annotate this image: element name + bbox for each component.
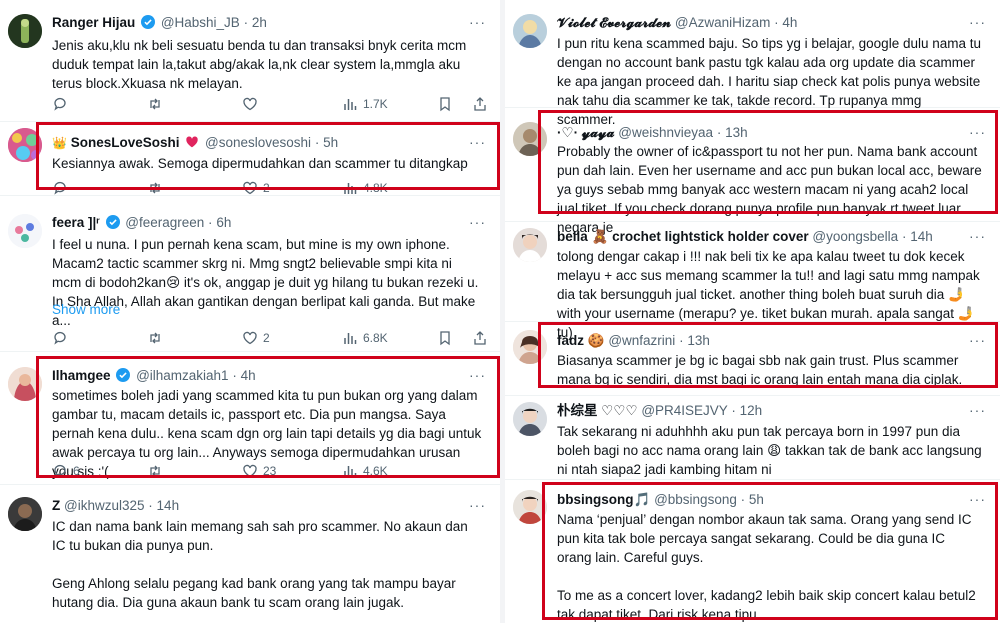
tweet-violet-evergarden[interactable]: 𝓥𝓲𝓸𝓵𝓮𝓽 𝓔𝓿𝓮𝓻𝓰𝓪𝓻𝓭𝓮𝓷 @AzwaniHizam · 4h ··· … <box>505 0 1000 127</box>
like-button[interactable] <box>242 96 263 112</box>
avatar[interactable] <box>513 228 547 262</box>
avatar[interactable] <box>513 402 547 436</box>
views-icon <box>344 99 357 110</box>
highlight-box <box>36 356 500 478</box>
bookmark-button[interactable] <box>437 330 458 346</box>
tweet-header: bella 🧸 crochet lightstick holder cover … <box>557 229 933 244</box>
retweet-button[interactable] <box>147 330 168 346</box>
views-button[interactable]: 6.8K <box>342 330 388 346</box>
left-reply-column: Ranger Hijau @Habshi_JB · 2h ··· Jenis a… <box>0 0 500 623</box>
reply-icon <box>54 97 66 111</box>
share-button[interactable] <box>472 96 493 112</box>
timestamp[interactable]: 4h <box>782 15 797 30</box>
more-options-icon[interactable]: ··· <box>469 14 486 30</box>
retweet-icon <box>150 98 160 110</box>
tweet-text: IC dan nama bank lain memang sah sah pro… <box>52 519 468 610</box>
bookmark-icon <box>440 331 450 346</box>
handle[interactable]: @ikhwzul325 <box>64 498 145 513</box>
tweet-actions: 1.7K <box>52 96 486 114</box>
tweet-bella[interactable]: bella 🧸 crochet lightstick holder cover … <box>505 222 1000 340</box>
bookmark-icon <box>440 97 450 112</box>
reply-icon <box>54 331 66 345</box>
timestamp[interactable]: 12h <box>740 403 763 418</box>
highlight-box <box>538 322 998 388</box>
timestamp[interactable]: 14h <box>157 498 180 513</box>
heart-icon <box>243 97 257 111</box>
show-more-link[interactable]: Show more <box>52 302 120 317</box>
display-name[interactable]: Ranger Hijau <box>52 15 135 30</box>
name-glyph: ]|ʳ <box>88 215 100 230</box>
display-name[interactable]: 𝓥𝓲𝓸𝓵𝓮𝓽 𝓔𝓿𝓮𝓻𝓰𝓪𝓻𝓭𝓮𝓷 <box>557 15 671 30</box>
verified-badge-icon <box>141 15 156 29</box>
share-button[interactable] <box>472 330 493 346</box>
handle[interactable]: @Habshi_JB <box>161 15 240 30</box>
tweet-header: feera ]|ʳ @feeragreen · 6h <box>52 215 232 230</box>
avatar[interactable] <box>513 14 547 48</box>
reply-button[interactable] <box>52 96 73 112</box>
highlight-box <box>36 122 500 190</box>
avatar[interactable] <box>8 214 42 248</box>
more-options-icon[interactable]: ··· <box>969 228 986 244</box>
display-name[interactable]: bella 🧸 crochet lightstick holder cover <box>557 229 809 244</box>
highlight-box <box>542 482 998 620</box>
timestamp[interactable]: 2h <box>252 15 267 30</box>
bookmark-button[interactable] <box>437 96 458 112</box>
more-options-icon[interactable]: ··· <box>969 402 986 418</box>
retweet-icon <box>150 332 160 344</box>
more-options-icon[interactable]: ··· <box>469 497 486 513</box>
more-options-icon[interactable]: ··· <box>469 214 486 230</box>
display-name[interactable]: Z <box>52 498 60 513</box>
tweet-actions: 2 6.8K <box>52 330 486 348</box>
heart-icon <box>243 331 257 345</box>
timestamp[interactable]: 6h <box>216 215 231 230</box>
handle[interactable]: @PR4ISEJVY <box>641 403 727 418</box>
views-count: 1.7K <box>363 97 388 111</box>
tweet-header: 朴综星 ♡♡♡ @PR4ISEJVY · 12h <box>557 403 763 418</box>
retweet-button[interactable] <box>147 96 168 112</box>
highlight-box <box>538 110 998 214</box>
timestamp[interactable]: 14h <box>910 229 933 244</box>
tweet-text: Jenis aku,klu nk beli sesuatu benda tu d… <box>52 38 470 91</box>
avatar[interactable] <box>8 497 42 531</box>
tweet-header: 𝓥𝓲𝓸𝓵𝓮𝓽 𝓔𝓿𝓮𝓻𝓰𝓪𝓻𝓭𝓮𝓷 @AzwaniHizam · 4h <box>557 15 798 30</box>
tweet-z[interactable]: Z @ikhwzul325 · 14h ··· IC dan nama bank… <box>0 487 500 623</box>
tweet-feera[interactable]: feera ]|ʳ @feeragreen · 6h ··· I feel u … <box>0 200 500 352</box>
handle[interactable]: @feeragreen <box>125 215 204 230</box>
display-name[interactable]: 朴综星 ♡♡♡ <box>557 403 638 418</box>
right-reply-column: 𝓥𝓲𝓸𝓵𝓮𝓽 𝓔𝓿𝓮𝓻𝓰𝓪𝓻𝓭𝓮𝓷 @AzwaniHizam · 4h ··· … <box>505 0 1000 623</box>
tweet-text: Tak sekarang ni aduhhhh aku pun tak perc… <box>557 424 986 477</box>
reply-button[interactable] <box>52 330 73 346</box>
views-icon <box>344 333 357 344</box>
tweet-header: Ranger Hijau @Habshi_JB · 2h <box>52 15 267 30</box>
tweet-pr4isejvy[interactable]: 朴综星 ♡♡♡ @PR4ISEJVY · 12h ··· Tak sekaran… <box>505 396 1000 480</box>
views-count: 6.8K <box>363 331 388 345</box>
verified-badge-icon <box>105 215 120 229</box>
display-name[interactable]: feera <box>52 215 84 230</box>
tweet-ranger-hijau[interactable]: Ranger Hijau @Habshi_JB · 2h ··· Jenis a… <box>0 0 500 122</box>
share-icon <box>474 97 486 111</box>
handle[interactable]: @yoongsbella <box>812 229 898 244</box>
avatar[interactable] <box>8 14 42 48</box>
like-button[interactable]: 2 <box>242 330 270 346</box>
views-button[interactable]: 1.7K <box>342 96 388 112</box>
likes-count: 2 <box>263 331 270 345</box>
share-icon <box>474 331 486 345</box>
more-options-icon[interactable]: ··· <box>969 14 986 30</box>
handle[interactable]: @AzwaniHizam <box>675 15 770 30</box>
tweet-header: Z @ikhwzul325 · 14h <box>52 498 180 513</box>
